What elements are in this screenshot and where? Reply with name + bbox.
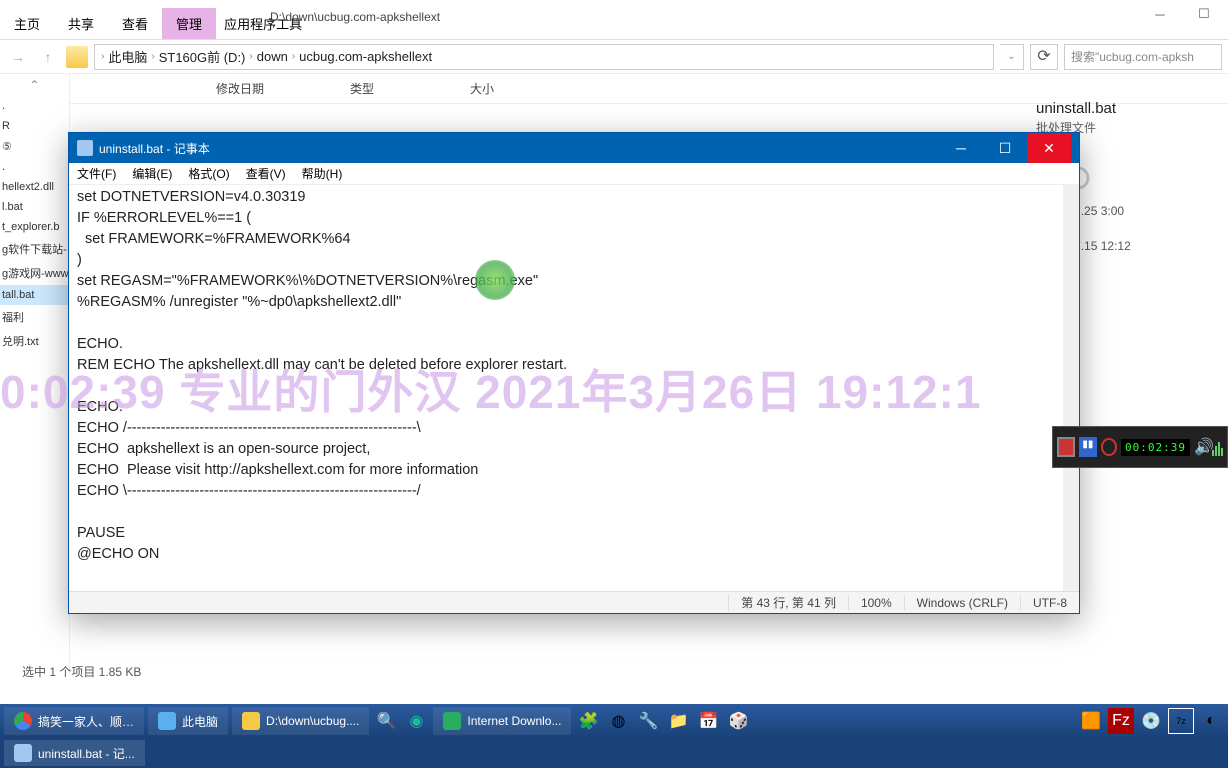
col-size[interactable]: 大小: [470, 80, 570, 97]
taskbar-icon[interactable]: 📅: [695, 708, 721, 734]
details-filename: uninstall.bat: [1036, 100, 1222, 117]
menu-view[interactable]: 查看(V): [246, 165, 286, 182]
minimize-button[interactable]: ─: [939, 133, 983, 163]
taskbar-item[interactable]: Internet Downlo...: [433, 707, 571, 735]
chevron-icon: ›: [101, 51, 104, 62]
address-dropdown[interactable]: ⌄: [1000, 44, 1024, 70]
taskbar-icon[interactable]: 🔧: [635, 708, 661, 734]
list-item[interactable]: ⑤: [0, 136, 69, 157]
tab-share[interactable]: 共享: [54, 8, 108, 39]
crumb[interactable]: ST160G前 (D:): [159, 47, 246, 66]
taskbar-icon[interactable]: ◉: [403, 708, 429, 734]
folder-icon: [66, 46, 88, 68]
window-controls: ─ ☐: [1138, 0, 1226, 28]
tab-view[interactable]: 查看: [108, 8, 162, 39]
col-modified[interactable]: 修改日期: [210, 80, 350, 97]
list-item[interactable]: R: [0, 116, 69, 136]
taskbar-item[interactable]: 搞笑一家人、顺…: [4, 707, 144, 735]
list-item[interactable]: .: [0, 96, 69, 116]
notepad-menu: 文件(F) 编辑(E) 格式(O) 查看(V) 帮助(H): [69, 163, 1079, 185]
record-pause-button[interactable]: ▮▮: [1079, 437, 1097, 457]
notepad-icon: [77, 140, 93, 156]
chevron-up-icon[interactable]: ⌃: [0, 74, 69, 96]
taskbar-search-icon[interactable]: 🔍: [373, 708, 399, 734]
taskbar-icon[interactable]: ◍: [605, 708, 631, 734]
record-time: 00:02:39: [1121, 439, 1190, 456]
taskbar-icon[interactable]: 🟧: [1078, 708, 1104, 734]
nav-back[interactable]: →: [6, 49, 30, 65]
list-item[interactable]: 兑明.txt: [0, 329, 69, 353]
file-list-fragment: ⌃ .R⑤.hellext2.dlll.batt_explorer.bg软件下载…: [0, 74, 70, 674]
menu-edit[interactable]: 编辑(E): [132, 165, 172, 182]
address-row: → ↑ › 此电脑 › ST160G前 (D:) › down › ucbug.…: [0, 40, 1228, 74]
idm-icon: [443, 712, 461, 730]
list-item[interactable]: l.bat: [0, 197, 69, 217]
menu-help[interactable]: 帮助(H): [302, 165, 343, 182]
taskbar-icon[interactable]: 💿: [1138, 708, 1164, 734]
notepad-window: uninstall.bat - 记事本 ─ ☐ ✕ 文件(F) 编辑(E) 格式…: [68, 132, 1080, 614]
maximize-button[interactable]: ☐: [983, 133, 1027, 163]
search-input[interactable]: 搜索"ucbug.com-apksh: [1064, 44, 1222, 70]
list-item[interactable]: hellext2.dll: [0, 177, 69, 197]
minimize-button[interactable]: ─: [1138, 0, 1182, 28]
folder-icon: [242, 712, 260, 730]
chrome-icon: [14, 712, 32, 730]
chevron-icon: ›: [292, 51, 295, 62]
status-zoom: 100%: [848, 596, 904, 610]
volume-icon: 🔊: [1194, 437, 1208, 457]
taskbar-icon[interactable]: ◐: [1198, 708, 1224, 734]
explorer-ribbon: 主页 共享 查看 管理 应用程序工具: [0, 0, 1228, 40]
taskbar-icon[interactable]: 🎲: [725, 708, 751, 734]
menu-format[interactable]: 格式(O): [188, 165, 229, 182]
audio-level-icon: [1212, 438, 1223, 456]
scrollbar[interactable]: [1063, 185, 1079, 591]
chevron-icon: ›: [151, 51, 154, 62]
taskbar-secondary: uninstall.bat - 记...: [0, 738, 1228, 768]
notepad-statusbar: 第 43 行, 第 41 列 100% Windows (CRLF) UTF-8: [69, 591, 1079, 613]
taskbar-item[interactable]: 此电脑: [148, 707, 228, 735]
list-item[interactable]: t_explorer.b: [0, 217, 69, 237]
status-position: 第 43 行, 第 41 列: [728, 594, 848, 611]
menu-file[interactable]: 文件(F): [77, 165, 116, 182]
col-type[interactable]: 类型: [350, 80, 470, 97]
list-item[interactable]: g软件下载站-: [0, 237, 69, 261]
col-name[interactable]: [70, 80, 210, 97]
list-item[interactable]: .: [0, 157, 69, 177]
crumb[interactable]: down: [257, 49, 288, 64]
taskbar-icon[interactable]: 🧩: [575, 708, 601, 734]
explorer-statusbar: 选中 1 个项目 1.85 KB: [22, 663, 141, 680]
breadcrumb[interactable]: › 此电脑 › ST160G前 (D:) › down › ucbug.com-…: [94, 44, 994, 70]
nav-up[interactable]: ↑: [36, 49, 60, 65]
taskbar-item[interactable]: D:\down\ucbug....: [232, 707, 369, 735]
notepad-textarea[interactable]: set DOTNETVERSION=v4.0.30319 IF %ERRORLE…: [69, 185, 1079, 591]
list-item[interactable]: tall.bat: [0, 285, 69, 305]
crumb[interactable]: 此电脑: [108, 47, 147, 66]
tab-manage[interactable]: 管理: [162, 8, 216, 39]
chevron-icon: ›: [249, 51, 252, 62]
filezilla-icon[interactable]: Fz: [1108, 708, 1134, 734]
taskbar: 搞笑一家人、顺… 此电脑 D:\down\ucbug.... 🔍 ◉ Inter…: [0, 704, 1228, 738]
list-item[interactable]: 福利: [0, 305, 69, 329]
pc-icon: [158, 712, 176, 730]
notepad-icon: [14, 744, 32, 762]
window-title: D:\down\ucbug.com-apkshellext: [260, 8, 450, 26]
status-encoding: UTF-8: [1020, 596, 1079, 610]
maximize-button[interactable]: ☐: [1182, 0, 1226, 28]
taskbar-icon[interactable]: 📁: [665, 708, 691, 734]
notepad-title: uninstall.bat - 记事本: [99, 140, 210, 157]
record-stop-button[interactable]: [1057, 437, 1075, 457]
tab-home[interactable]: 主页: [0, 8, 54, 39]
status-eol: Windows (CRLF): [904, 596, 1020, 610]
clock-icon: [1101, 438, 1117, 456]
taskbar-item[interactable]: uninstall.bat - 记...: [4, 740, 145, 766]
list-item[interactable]: g游戏网-www: [0, 261, 69, 285]
close-button[interactable]: ✕: [1027, 133, 1071, 163]
7zip-icon[interactable]: 7z: [1168, 708, 1194, 734]
screen-recorder-widget: ▮▮ 00:02:39 🔊: [1052, 426, 1228, 468]
notepad-titlebar[interactable]: uninstall.bat - 记事本 ─ ☐ ✕: [69, 133, 1079, 163]
refresh-button[interactable]: ⟳: [1030, 44, 1058, 70]
crumb[interactable]: ucbug.com-apkshellext: [299, 49, 432, 64]
